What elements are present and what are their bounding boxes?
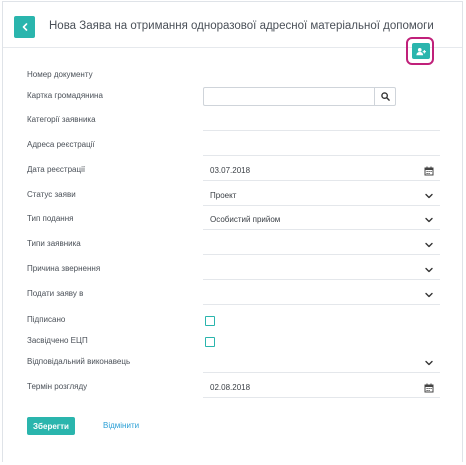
chevron-down-icon — [425, 193, 433, 199]
search-button[interactable] — [374, 88, 395, 105]
chevron-down-icon — [425, 292, 433, 298]
registration-address-field — [203, 136, 440, 156]
review-deadline-value: 02.08.2018 — [210, 383, 251, 392]
applicant-types-label: Типи заявника — [27, 239, 81, 248]
submission-type-value: Особистий прийом — [210, 215, 281, 224]
calendar-icon[interactable] — [424, 166, 434, 176]
chevron-down-icon — [425, 242, 433, 248]
registration-date-field[interactable]: 03.07.2018 — [203, 161, 440, 181]
applicant-types-row: Типи заявника — [3, 235, 462, 255]
executor-row: Відповідальний виконавець — [3, 353, 462, 373]
registration-date-label: Дата реєстрації — [27, 165, 86, 174]
applicant-categories-field — [203, 111, 440, 131]
registration-date-row: Дата реєстрації 03.07.2018 — [3, 161, 462, 181]
eds-label: Засвідчено ЕЦП — [27, 336, 88, 345]
appeal-reason-row: Причина звернення — [3, 260, 462, 280]
chevron-left-icon — [22, 23, 27, 31]
executor-select[interactable] — [203, 353, 440, 373]
save-button[interactable]: Зберегти — [27, 417, 75, 435]
registration-address-row: Адреса реєстрації — [3, 136, 462, 156]
form-panel: Нова Заява на отримання одноразової адре… — [2, 1, 463, 462]
chevron-down-icon — [425, 360, 433, 366]
chevron-down-icon — [425, 267, 433, 273]
form-body: Номер документу Картка громадянина Катег… — [3, 49, 462, 462]
registration-date-value: 03.07.2018 — [210, 166, 251, 175]
back-button[interactable] — [14, 16, 35, 38]
submit-to-select[interactable] — [203, 285, 440, 305]
add-user-icon — [416, 47, 426, 55]
chevron-down-icon — [425, 217, 433, 223]
review-deadline-label: Термін розгляду — [27, 382, 88, 391]
applicant-types-select[interactable] — [203, 235, 440, 255]
citizen-card-input[interactable] — [204, 88, 374, 105]
document-number-label: Номер документу — [27, 70, 93, 79]
eds-checkbox[interactable] — [205, 337, 215, 347]
submit-to-row: Подати заяву в — [3, 285, 462, 305]
citizen-card-label: Картка громадянина — [27, 91, 103, 100]
signed-row: Підписано — [3, 313, 462, 333]
citizen-card-search — [203, 87, 396, 106]
review-deadline-row: Термін розгляду 02.08.2018 — [3, 378, 462, 398]
registration-address-label: Адреса реєстрації — [27, 140, 95, 149]
signed-label: Підписано — [27, 315, 66, 324]
status-row: Статус заяви Проект — [3, 186, 462, 206]
appeal-reason-select[interactable] — [203, 260, 440, 280]
executor-label: Відповідальний виконавець — [27, 357, 131, 366]
document-number-row: Номер документу — [3, 66, 462, 86]
calendar-icon[interactable] — [424, 383, 434, 393]
submit-to-label: Подати заяву в — [27, 289, 84, 298]
citizen-card-row: Картка громадянина — [3, 87, 462, 107]
applicant-categories-label: Категорії заявника — [27, 115, 96, 124]
appeal-reason-label: Причина звернення — [27, 264, 101, 273]
signed-checkbox[interactable] — [205, 316, 215, 326]
status-label: Статус заяви — [27, 190, 76, 199]
cancel-link[interactable]: Відмінити — [103, 421, 139, 430]
header: Нова Заява на отримання одноразової адре… — [3, 2, 462, 48]
status-value: Проект — [210, 191, 237, 200]
applicant-categories-row: Категорії заявника — [3, 111, 462, 131]
submission-type-label: Тип подання — [27, 214, 74, 223]
eds-row: Засвідчено ЕЦП — [3, 334, 462, 354]
page-title: Нова Заява на отримання одноразової адре… — [49, 20, 434, 32]
review-deadline-field[interactable]: 02.08.2018 — [203, 378, 440, 398]
submission-type-select[interactable]: Особистий прийом — [203, 210, 440, 230]
status-select[interactable]: Проект — [203, 186, 440, 206]
search-icon — [380, 92, 390, 101]
add-user-button[interactable] — [412, 43, 430, 59]
submission-type-row: Тип подання Особистий прийом — [3, 210, 462, 230]
